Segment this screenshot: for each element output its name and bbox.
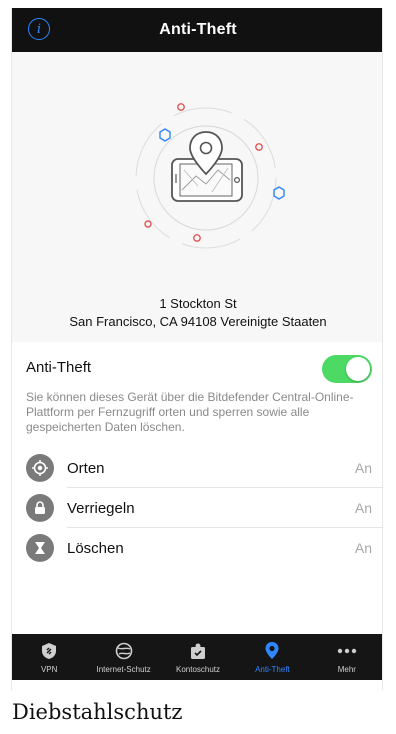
anti-theft-toggle[interactable] bbox=[322, 355, 372, 383]
feature-state: An bbox=[354, 540, 372, 556]
page-title: Anti-Theft bbox=[159, 21, 237, 38]
feature-state: An bbox=[354, 460, 372, 476]
feature-row-locate[interactable]: Orten An bbox=[12, 448, 382, 488]
bottom-tab-bar: VPN Internet-Schutz Kontoschutz Anti-The… bbox=[12, 634, 382, 680]
feature-label: Orten bbox=[67, 460, 105, 477]
tab-label: Internet-Schutz bbox=[96, 665, 151, 674]
figure-caption: Diebstahlschutz bbox=[12, 700, 183, 724]
anti-theft-description: Sie können dieses Gerät über die Bitdefe… bbox=[26, 390, 354, 434]
tab-vpn[interactable]: VPN bbox=[12, 634, 86, 680]
tab-anti-theft[interactable]: Anti-Theft bbox=[235, 634, 309, 680]
more-dots-icon bbox=[336, 641, 358, 661]
globe-icon bbox=[113, 641, 135, 661]
wipe-icon bbox=[26, 534, 54, 562]
toggle-knob bbox=[346, 357, 370, 381]
anti-theft-toggle-row: Anti-Theft bbox=[12, 350, 382, 386]
feature-state: An bbox=[354, 500, 372, 516]
vpn-shield-icon bbox=[38, 641, 60, 661]
tab-label: Kontoschutz bbox=[176, 665, 221, 674]
tab-internet-schutz[interactable]: Internet-Schutz bbox=[86, 634, 160, 680]
feature-label: Löschen bbox=[67, 540, 124, 557]
feature-row-lock[interactable]: Verriegeln An bbox=[12, 488, 382, 528]
tab-label: Anti-Theft bbox=[255, 665, 290, 674]
phone-with-map-pin-icon bbox=[135, 103, 285, 249]
tab-mehr[interactable]: Mehr bbox=[310, 634, 382, 680]
location-hero: 1 Stockton St San Francisco, CA 94108 Ve… bbox=[12, 52, 382, 342]
info-glyph: i bbox=[36, 21, 42, 37]
info-icon[interactable]: i bbox=[28, 18, 50, 40]
phone-screen: i Anti-Theft 1 Stockton St San Francisco… bbox=[11, 8, 383, 690]
address-line-2: San Francisco, CA 94108 Vereinigte Staat… bbox=[69, 314, 327, 329]
tab-label: VPN bbox=[40, 665, 58, 674]
map-pin-icon bbox=[261, 641, 283, 661]
tab-kontoschutz[interactable]: Kontoschutz bbox=[161, 634, 235, 680]
top-navigation-bar: i Anti-Theft bbox=[12, 8, 382, 52]
feature-label: Verriegeln bbox=[67, 500, 135, 517]
anti-theft-label: Anti-Theft bbox=[26, 359, 92, 376]
locate-icon bbox=[26, 454, 54, 482]
lock-icon bbox=[26, 494, 54, 522]
account-icon bbox=[187, 641, 209, 661]
feature-row-wipe[interactable]: Löschen An bbox=[12, 528, 382, 568]
address-line-1: 1 Stockton St bbox=[159, 296, 237, 311]
tab-label: Mehr bbox=[337, 665, 356, 674]
